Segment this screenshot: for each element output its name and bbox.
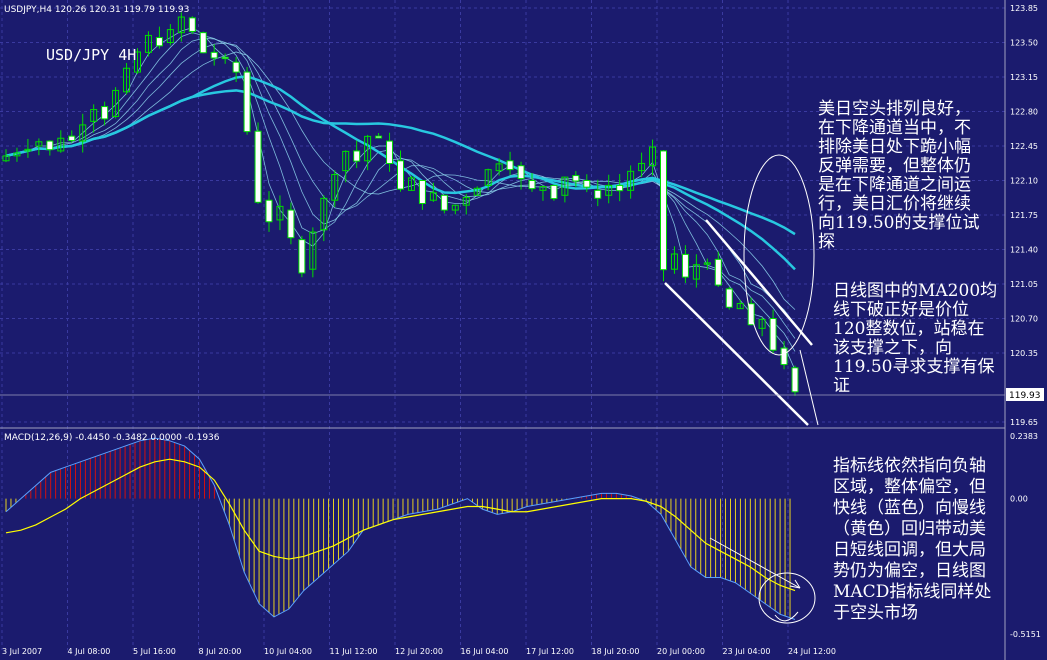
time-tick-label: 12 Jul 20:00: [395, 647, 443, 656]
time-tick-label: 24 Jul 12:00: [788, 647, 836, 656]
candle-bear: [155, 37, 163, 47]
candle-bear: [594, 189, 602, 199]
candle-bear: [506, 160, 514, 171]
price-tick-label: 122.10: [1010, 177, 1038, 186]
candle-bear: [550, 184, 558, 200]
candle-bear: [243, 71, 251, 133]
time-tick-label: 16 Jul 04:00: [461, 647, 509, 656]
current-price-label: 119.93: [1009, 391, 1041, 401]
candle-bear: [101, 106, 109, 120]
annotation-text-2: 日线图中的MA200均 线下破正好是价位 120整数位，站稳在 该支撑之下，向 …: [833, 281, 998, 396]
candle-bear: [232, 61, 240, 73]
time-tick-label: 4 Jul 08:00: [68, 647, 111, 656]
candle-bear: [616, 184, 624, 192]
candle-bear: [572, 175, 580, 182]
candle-bear: [681, 253, 689, 278]
price-tick-label: 122.80: [1010, 108, 1038, 117]
candle-bear: [714, 258, 722, 286]
price-tick-label: 121.40: [1010, 246, 1038, 255]
candle-bear: [254, 130, 262, 203]
annotation-text-3: 指标线依然指向负轴 区域，整体偏空，但 快线（蓝色）向慢线 （黄色）回归带动美 …: [833, 456, 992, 623]
candle-bear: [725, 288, 733, 308]
price-tick-label: 122.45: [1010, 142, 1038, 151]
candle-bear: [791, 367, 799, 393]
time-tick-label: 3 Jul 2007: [2, 647, 42, 656]
candle-bear: [210, 51, 218, 59]
candle-bear: [780, 347, 788, 366]
price-tick-label: 123.85: [1010, 4, 1038, 13]
candle-bear: [418, 180, 426, 205]
time-tick-label: 23 Jul 04:00: [723, 647, 771, 656]
time-tick-label: 5 Jul 16:00: [133, 647, 176, 656]
macd-tick-label: 0.00: [1010, 495, 1028, 504]
price-tick-label: 123.50: [1010, 39, 1038, 48]
candle-bear: [188, 17, 196, 32]
candle-bear: [287, 209, 295, 239]
candle-bear: [517, 165, 525, 180]
candle-bear: [386, 140, 394, 165]
candle-bear: [265, 199, 273, 223]
price-tick-label: 121.75: [1010, 211, 1038, 220]
macd-header: MACD(12,26,9) -0.4450 -0.3482 0.0000 -0.…: [4, 433, 220, 443]
macd-tick-label: -0.5151: [1010, 630, 1041, 639]
candle-bear: [353, 150, 361, 162]
price-tick-label: 119.65: [1010, 418, 1038, 427]
candle-bear: [46, 140, 54, 151]
price-tick-label: 120.35: [1010, 349, 1038, 358]
candle-bear: [68, 135, 76, 142]
price-tick-label: 120.70: [1010, 315, 1038, 324]
price-tick-label: 121.05: [1010, 280, 1038, 289]
candle-bear: [221, 56, 229, 60]
candle-bear: [769, 318, 777, 351]
time-tick-label: 10 Jul 04:00: [264, 647, 312, 656]
symbol-info: USDJPY,H4 120.26 120.31 119.79 119.93: [4, 5, 189, 15]
price-tick-label: 123.15: [1010, 73, 1038, 82]
candle-bear: [375, 135, 383, 139]
time-tick-label: 8 Jul 20:00: [199, 647, 242, 656]
time-tick-label: 11 Jul 12:00: [330, 647, 378, 656]
candle-bear: [660, 150, 667, 271]
candle-bear: [298, 239, 306, 274]
macd-tick-label: 0.2383: [1010, 432, 1038, 441]
candle-bear: [440, 194, 448, 211]
time-tick-label: 18 Jul 20:00: [592, 647, 640, 656]
time-tick-label: 17 Jul 12:00: [526, 647, 574, 656]
chart-title: USD/JPY 4H: [46, 46, 136, 64]
candle-bear: [397, 160, 404, 190]
time-tick-label: 20 Jul 00:00: [657, 647, 705, 656]
annotation-text-1: 美日空头排列良好， 在下降通道当中，不 排除美日处下跪小幅 反弹需要，但整体仍 …: [818, 99, 980, 252]
candle-bear: [583, 180, 591, 188]
candle-bear: [199, 32, 207, 54]
candle-bear: [528, 180, 536, 190]
